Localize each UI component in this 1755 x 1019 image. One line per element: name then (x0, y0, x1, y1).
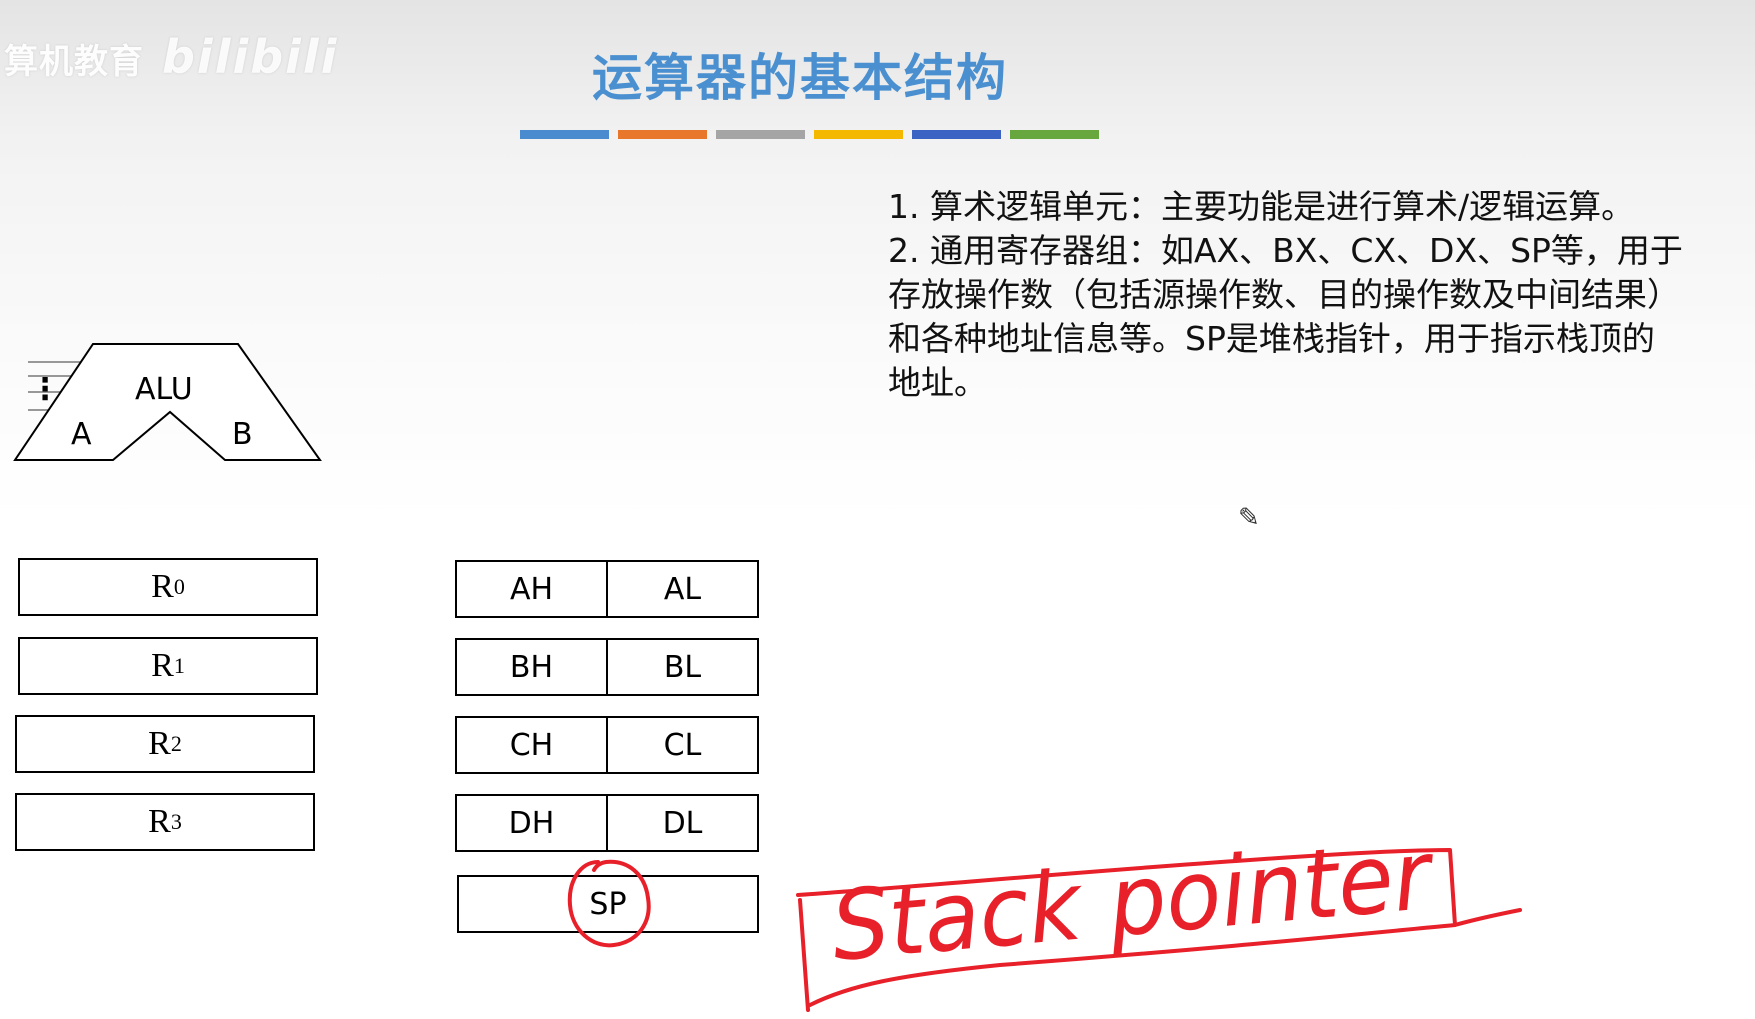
pencil-cursor-icon: ✎ (1238, 503, 1260, 533)
annotation-handwriting: Stack pointer (827, 819, 1440, 983)
handwritten-annotation: Stack pointer (567, 819, 1522, 1012)
sp-circle-mark (567, 859, 651, 948)
